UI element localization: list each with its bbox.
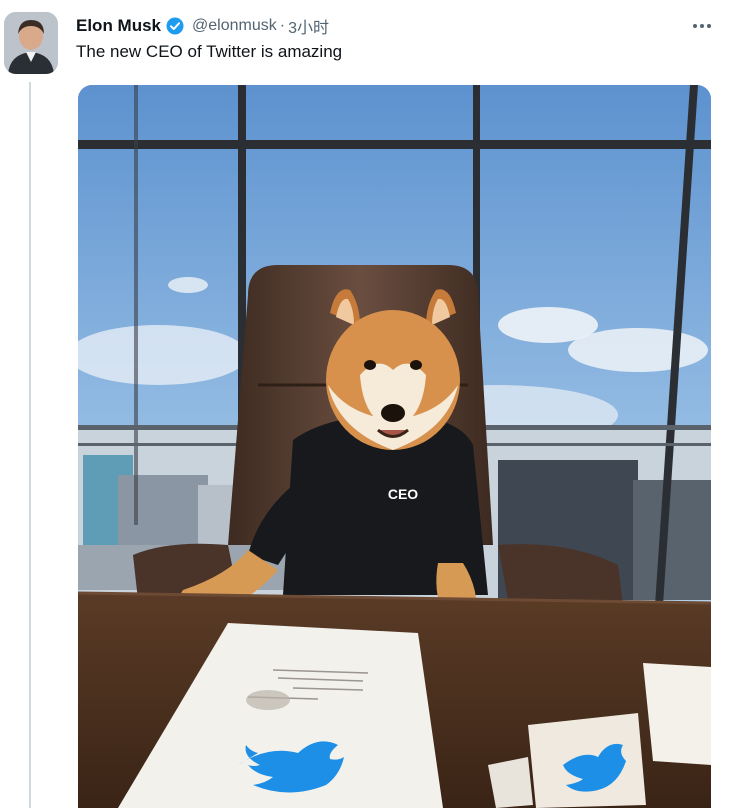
tweet-header: Elon Musk @elonmusk · 3小时 [76,14,329,38]
tweet-card[interactable]: Elon Musk @elonmusk · 3小时 The new CEO of… [0,0,748,808]
tweet-time[interactable]: 3小时 [288,14,329,38]
author-handle[interactable]: @elonmusk [192,17,277,35]
verified-badge-icon [166,17,184,35]
author-name[interactable]: Elon Musk [76,16,161,36]
avatar[interactable] [4,12,58,74]
separator-dot: · [279,17,286,34]
tweet-photo[interactable]: CEO [78,85,711,808]
sweater-ceo-text: CEO [388,486,418,502]
more-options-icon[interactable] [690,14,714,38]
tweet-text: The new CEO of Twitter is amazing [76,42,343,61]
thread-line [29,82,31,808]
